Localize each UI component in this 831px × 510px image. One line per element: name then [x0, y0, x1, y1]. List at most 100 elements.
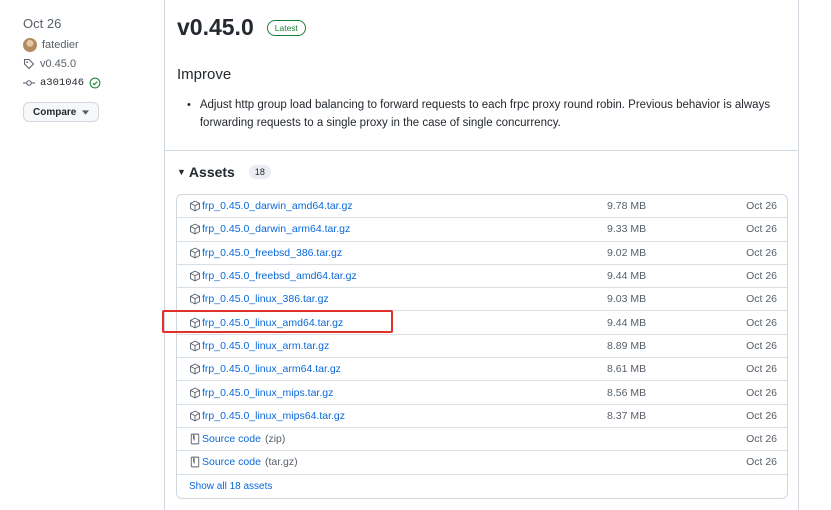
- package-icon: [190, 340, 200, 352]
- commit-sha[interactable]: a301046: [40, 77, 84, 89]
- assets-toggle[interactable]: ▼ Assets: [177, 164, 235, 180]
- compare-label: Compare: [33, 106, 77, 118]
- asset-size: 8.56 MB: [607, 386, 647, 399]
- asset-row: frp_0.45.0_linux_arm64.tar.gz 8.61 MB Oct …: [177, 358, 787, 382]
- author-row[interactable]: fatedier: [23, 37, 143, 53]
- asset-name[interactable]: frp_0.45.0_linux_amd64.tar.gz: [202, 317, 343, 329]
- tag-label[interactable]: v0.45.0: [40, 58, 76, 70]
- asset-date: Oct 26: [746, 293, 777, 306]
- release-card: v0.45.0 Latest Improve • Adjust http gro…: [164, 0, 799, 510]
- asset-link[interactable]: frp_0.45.0_darwin_amd64.tar.gz: [189, 200, 353, 212]
- latest-badge: Latest: [266, 19, 306, 36]
- package-icon: [190, 317, 200, 329]
- divider: [165, 150, 798, 151]
- asset-link[interactable]: frp_0.45.0_freebsd_386.tar.gz: [189, 247, 342, 259]
- package-icon: [190, 270, 200, 282]
- commit-icon: [23, 80, 35, 86]
- section-heading: Improve: [177, 66, 232, 83]
- asset-size: 9.44 MB: [607, 270, 647, 283]
- asset-row: frp_0.45.0_linux_mips64.tar.gz 8.37 MB Oct…: [177, 405, 787, 428]
- package-icon: [190, 247, 200, 259]
- asset-date: Oct 26: [746, 433, 777, 446]
- asset-date: Oct 26: [746, 316, 777, 329]
- asset-size: 8.37 MB: [607, 409, 647, 422]
- asset-link[interactable]: frp_0.45.0_linux_mips.tar.gz: [189, 387, 333, 399]
- asset-row: frp_0.45.0_linux_mips.tar.gz 8.56 MB Oct 2…: [177, 381, 787, 405]
- release-title[interactable]: v0.45.0: [177, 14, 254, 41]
- asset-row: frp_0.45.0_linux_amd64.tar.gz 9.44 MB Oct …: [177, 311, 787, 335]
- asset-name[interactable]: frp_0.45.0_darwin_amd64.tar.gz: [202, 200, 353, 212]
- asset-size: 8.61 MB: [607, 363, 647, 376]
- asset-date: Oct 26: [746, 223, 777, 236]
- asset-date: Oct 26: [746, 386, 777, 399]
- asset-size: 9.02 MB: [607, 246, 647, 259]
- asset-name[interactable]: frp_0.45.0_freebsd_386.tar.gz: [202, 247, 342, 259]
- release-note-text: Adjust http group load balancing to forw…: [199, 99, 771, 129]
- release-note-item: • Adjust http group load balancing to fo…: [187, 96, 777, 132]
- tag-icon: [23, 58, 35, 70]
- avatar: [23, 38, 37, 52]
- asset-link[interactable]: frp_0.45.0_linux_mips64.tar.gz: [189, 410, 345, 422]
- asset-name[interactable]: frp_0.45.0_linux_mips64.tar.gz: [202, 410, 345, 422]
- source-code-label[interactable]: Source code: [202, 456, 261, 468]
- asset-name[interactable]: frp_0.45.0_linux_arm.tar.gz: [202, 340, 329, 352]
- asset-link[interactable]: frp_0.45.0_freebsd_amd64.tar.gz: [189, 270, 357, 282]
- asset-row: frp_0.45.0_freebsd_386.tar.gz 9.02 MB Oct …: [177, 242, 787, 265]
- assets-count-badge: 18: [248, 165, 271, 179]
- asset-link[interactable]: frp_0.45.0_linux_amd64.tar.gz: [189, 317, 343, 329]
- show-all-row: Show all 18 assets: [177, 475, 787, 498]
- asset-date: Oct 26: [746, 363, 777, 376]
- asset-size: 8.89 MB: [607, 339, 647, 352]
- asset-row: frp_0.45.0_linux_386.tar.gz 9.03 MB Oct 26: [177, 288, 787, 312]
- asset-name[interactable]: frp_0.45.0_linux_arm64.tar.gz: [202, 363, 341, 375]
- asset-row: frp_0.45.0_darwin_arm64.tar.gz 9.33 MB Oct…: [177, 218, 787, 242]
- show-all-assets-link[interactable]: Show all 18 assets: [189, 481, 272, 492]
- asset-date: Oct 26: [746, 200, 777, 213]
- source-code-link[interactable]: Source code (tar.gz): [189, 456, 298, 468]
- source-code-ext: (tar.gz): [264, 456, 298, 469]
- asset-name[interactable]: frp_0.45.0_darwin_arm64.tar.gz: [202, 223, 350, 235]
- compare-button[interactable]: Compare: [23, 102, 100, 122]
- package-icon: [190, 224, 200, 235]
- asset-size: 9.03 MB: [607, 293, 647, 306]
- asset-size: 9.33 MB: [607, 223, 647, 236]
- release-date: Oct 26: [23, 16, 62, 31]
- asset-row: frp_0.45.0_darwin_amd64.tar.gz 9.78 MB Oct…: [177, 195, 787, 219]
- caret-down-icon: ▼: [177, 167, 186, 177]
- package-icon: [190, 363, 200, 375]
- asset-link[interactable]: frp_0.45.0_linux_386.tar.gz: [189, 293, 329, 305]
- asset-date: Oct 26: [746, 409, 777, 422]
- file-zip-icon: [190, 457, 200, 468]
- release-meta: Oct 26 fatedier v0.45.0 a301046 Compare: [23, 16, 143, 122]
- asset-row: frp_0.45.0_linux_arm.tar.gz 8.89 MB Oct 26: [177, 335, 787, 359]
- asset-name[interactable]: frp_0.45.0_linux_mips.tar.gz: [202, 387, 333, 399]
- asset-date: Oct 26: [746, 339, 777, 352]
- asset-date: Oct 26: [746, 246, 777, 259]
- source-code-row: Source code (zip) Oct 26: [177, 428, 787, 452]
- asset-link[interactable]: frp_0.45.0_linux_arm.tar.gz: [189, 340, 329, 352]
- bullet-dot: •: [187, 99, 191, 111]
- author-name[interactable]: fatedier: [42, 39, 79, 51]
- chevron-down-icon: [82, 109, 90, 115]
- asset-size: 9.78 MB: [607, 200, 647, 213]
- commit-row[interactable]: a301046: [23, 75, 143, 91]
- tag-row[interactable]: v0.45.0: [23, 56, 143, 72]
- asset-name[interactable]: frp_0.45.0_freebsd_amd64.tar.gz: [202, 270, 357, 282]
- asset-link[interactable]: frp_0.45.0_darwin_arm64.tar.gz: [189, 223, 350, 235]
- source-code-row: Source code (tar.gz) Oct 26: [177, 451, 787, 475]
- asset-row: frp_0.45.0_freebsd_amd64.tar.gz 9.44 MB Oc…: [177, 265, 787, 289]
- asset-size: 9.44 MB: [607, 316, 647, 329]
- asset-date: Oct 26: [746, 270, 777, 283]
- assets-list: frp_0.45.0_darwin_amd64.tar.gz 9.78 MB Oct…: [176, 194, 788, 499]
- package-icon: [190, 387, 200, 398]
- source-code-ext: (zip): [264, 433, 286, 446]
- asset-name[interactable]: frp_0.45.0_linux_386.tar.gz: [202, 293, 329, 305]
- source-code-link[interactable]: Source code (zip): [189, 433, 285, 445]
- source-code-label[interactable]: Source code: [202, 433, 261, 445]
- release-header: v0.45.0 Latest: [177, 14, 306, 41]
- assets-header[interactable]: ▼ Assets 18: [177, 164, 271, 180]
- asset-date: Oct 26: [746, 456, 777, 469]
- asset-link[interactable]: frp_0.45.0_linux_arm64.tar.gz: [189, 363, 341, 375]
- file-zip-icon: [190, 433, 200, 445]
- package-icon: [190, 410, 200, 422]
